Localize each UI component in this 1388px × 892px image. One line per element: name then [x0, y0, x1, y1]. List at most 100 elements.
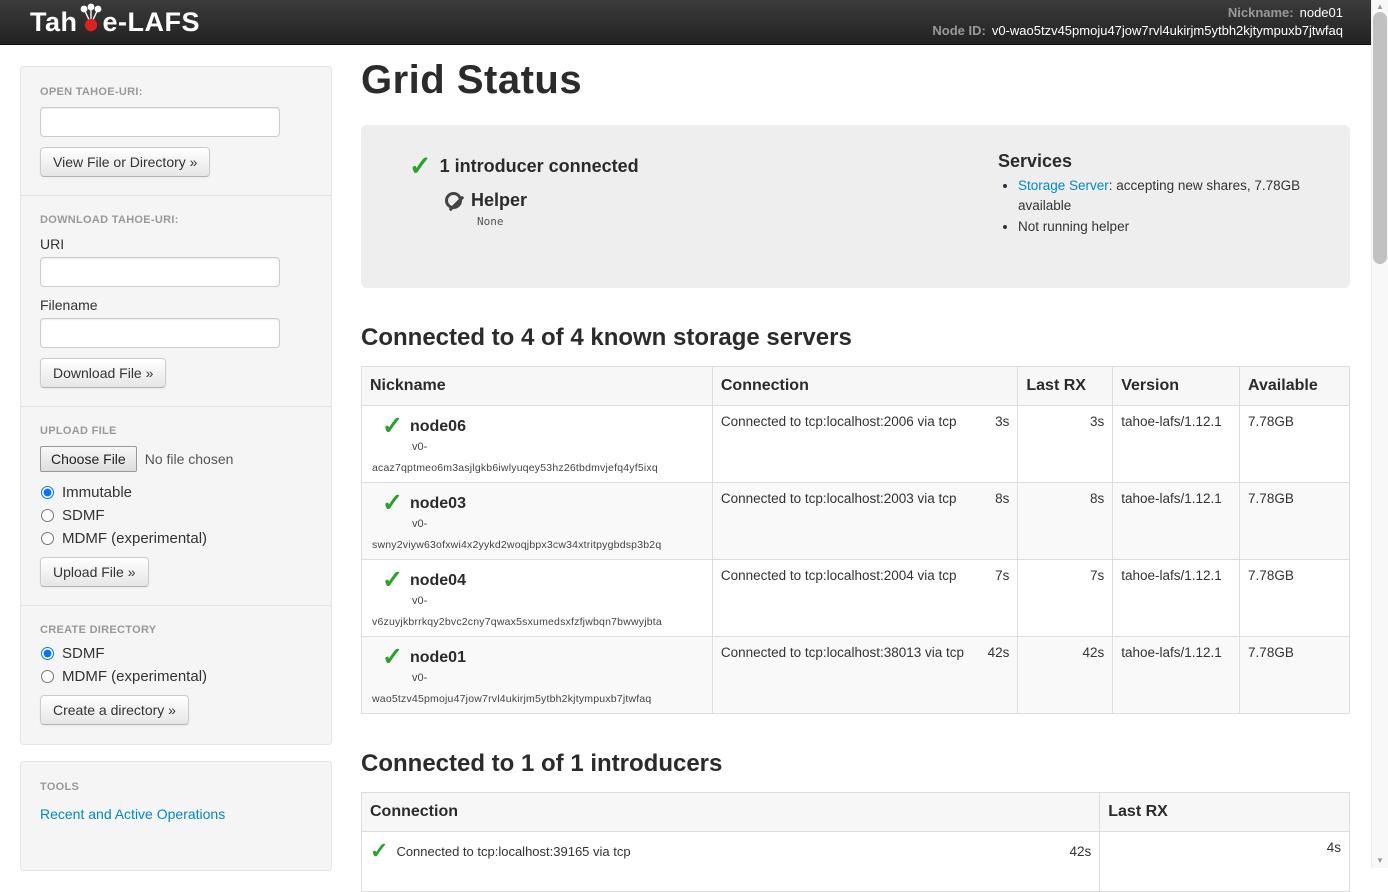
top-navbar: Tah e-LAFS Nickname: node01 Node ID: v0-…: [0, 0, 1388, 45]
mkdir-format-mdmf-radio[interactable]: [41, 670, 54, 683]
create-directory-button[interactable]: Create a directory »: [40, 695, 189, 725]
choose-file-button[interactable]: Choose File: [40, 446, 137, 472]
introducer-status-text: 1 introducer connected: [440, 156, 639, 177]
server-connection: Connected to tcp:localhost:38013 via tcp: [721, 645, 964, 660]
helper-detail: None: [477, 215, 639, 228]
server-version: tahoe-lafs/1.12.1: [1113, 560, 1240, 637]
view-file-or-directory-button[interactable]: View File or Directory »: [40, 147, 210, 177]
download-filename-input[interactable]: [40, 318, 280, 348]
node-id-value: v0-wao5tzv45pmoju47jow7rvl4ukirjm5ytbh2k…: [992, 22, 1343, 40]
server-available: 7.78GB: [1240, 560, 1350, 637]
server-nodeid: v6zuyjkbrrkqy2bvc2cny7qwax5sxumedsxfzfjw…: [372, 616, 704, 628]
main-content: Grid Status ✓ 1 introducer connected Hel…: [361, 52, 1350, 892]
tools-label: TOOLS: [40, 781, 312, 793]
connection-age: 42s: [988, 645, 1010, 660]
server-nickname: node04: [410, 572, 466, 590]
recent-operations-link[interactable]: Recent and Active Operations: [40, 806, 225, 822]
upload-format-sdmf-radio[interactable]: [41, 509, 54, 522]
server-nickname: node03: [410, 495, 466, 513]
storage-servers-heading: Connected to 4 of 4 known storage server…: [361, 324, 1350, 352]
upload-format-mdmf[interactable]: MDMF (experimental): [40, 530, 312, 547]
sidebar-actions-panel: OPEN TAHOE-URI: View File or Directory »…: [20, 66, 332, 745]
helper-title: Helper: [471, 190, 527, 211]
table-header-row: Connection Last RX: [362, 793, 1350, 832]
server-version: tahoe-lafs/1.12.1: [1113, 637, 1240, 714]
services-block: Services Storage Server: accepting new s…: [998, 151, 1328, 264]
open-tahoe-uri-label: OPEN TAHOE-URI:: [40, 86, 312, 98]
vertical-scrollbar[interactable]: ▲ ▼: [1371, 0, 1388, 868]
mkdir-format-sdmf-radio[interactable]: [41, 647, 54, 660]
column-header-last-rx: Last RX: [1100, 793, 1350, 832]
introducer-connection: Connected to tcp:localhost:39165 via tcp: [396, 844, 630, 859]
grid-status-summary: ✓ 1 introducer connected Helper None Ser…: [361, 125, 1350, 288]
create-directory-label: CREATE DIRECTORY: [40, 624, 312, 636]
upload-format-immutable[interactable]: Immutable: [40, 484, 312, 501]
server-available: 7.78GB: [1240, 406, 1350, 483]
connected-check-icon: ✓: [382, 491, 403, 516]
server-nickname: node01: [410, 649, 466, 667]
upload-format-mdmf-radio[interactable]: [41, 532, 54, 545]
storage-server-link[interactable]: Storage Server: [1018, 178, 1109, 193]
scrollbar-thumb[interactable]: [1373, 12, 1387, 264]
connection-status-block: ✓ 1 introducer connected Helper None: [409, 151, 639, 264]
download-file-button[interactable]: Download File »: [40, 358, 166, 388]
open-tahoe-uri-input[interactable]: [40, 107, 280, 137]
upload-file-label: UPLOAD FILE: [40, 425, 312, 437]
filename-field-label: Filename: [40, 297, 312, 313]
connection-age: 3s: [995, 414, 1009, 429]
introducers-table: Connection Last RX ✓ Connected to tcp:lo…: [361, 792, 1350, 892]
connected-check-icon: ✓: [382, 414, 403, 439]
server-version: tahoe-lafs/1.12.1: [1113, 483, 1240, 560]
tahoe-logo-icon: [79, 3, 103, 33]
sidebar-divider: [21, 195, 331, 196]
mkdir-format-mdmf[interactable]: MDMF (experimental): [40, 668, 312, 685]
column-header-nickname: Nickname: [362, 367, 713, 406]
server-connection: Connected to tcp:localhost:2003 via tcp: [721, 491, 957, 506]
storage-servers-table: Nickname Connection Last RX Version Avai…: [361, 366, 1350, 714]
services-title: Services: [998, 151, 1328, 172]
server-nodeid: wao5tzv45pmoju47jow7rvl4ukirjm5ytbh2kjty…: [372, 693, 704, 705]
server-nickname: node06: [410, 418, 466, 436]
nickname-label: Nickname:: [1228, 4, 1294, 22]
introducer-last-rx: 4s: [1100, 832, 1350, 892]
table-row: ✓node03 v0- swny2viyw63ofxwi4x2yykd2woqj…: [362, 483, 1350, 560]
scroll-down-arrow-icon[interactable]: ▼: [1372, 856, 1388, 865]
sidebar: OPEN TAHOE-URI: View File or Directory »…: [20, 66, 332, 887]
connection-age: 42s: [1069, 844, 1091, 859]
server-connection: Connected to tcp:localhost:2006 via tcp: [721, 414, 957, 429]
download-tahoe-uri-label: DOWNLOAD TAHOE-URI:: [40, 214, 312, 226]
server-last-rx: 8s: [1018, 483, 1113, 560]
introducer-connected-check-icon: ✓: [409, 151, 432, 182]
helper-none-icon: [445, 192, 462, 209]
page-title: Grid Status: [361, 58, 1350, 103]
server-last-rx: 7s: [1018, 560, 1113, 637]
tahoe-lafs-logo: Tah e-LAFS: [30, 9, 200, 36]
logo-text-suffix: e-LAFS: [103, 9, 201, 36]
introducers-heading: Connected to 1 of 1 introducers: [361, 750, 1350, 778]
connected-check-icon: ✓: [370, 840, 388, 862]
table-row: ✓node04 v0- v6zuyjkbrrkqy2bvc2cny7qwax5s…: [362, 560, 1350, 637]
logo-text-prefix: Tah: [30, 9, 78, 36]
node-id-label: Node ID:: [932, 22, 985, 40]
sidebar-divider: [21, 605, 331, 606]
connected-check-icon: ✓: [382, 568, 403, 593]
server-available: 7.78GB: [1240, 637, 1350, 714]
column-header-last-rx: Last RX: [1018, 367, 1113, 406]
server-connection: Connected to tcp:localhost:2004 via tcp: [721, 568, 957, 583]
table-header-row: Nickname Connection Last RX Version Avai…: [362, 367, 1350, 406]
server-available: 7.78GB: [1240, 483, 1350, 560]
server-nodeid: acaz7qptmeo6m3asjlgkb6iwlyuqey53hz26tbdm…: [372, 462, 704, 474]
sidebar-divider: [21, 406, 331, 407]
mkdir-format-sdmf[interactable]: SDMF: [40, 645, 312, 662]
upload-format-immutable-radio[interactable]: [41, 486, 54, 499]
table-row: ✓node06 v0- acaz7qptmeo6m3asjlgkb6iwlyuq…: [362, 406, 1350, 483]
nickname-value: node01: [1300, 4, 1343, 22]
upload-file-button[interactable]: Upload File »: [40, 557, 149, 587]
table-row: ✓node01 v0- wao5tzv45pmoju47jow7rvl4ukir…: [362, 637, 1350, 714]
column-header-connection: Connection: [712, 367, 1018, 406]
tools-panel: TOOLS Recent and Active Operations: [20, 761, 332, 871]
scroll-up-arrow-icon[interactable]: ▲: [1372, 2, 1388, 11]
column-header-available: Available: [1240, 367, 1350, 406]
download-uri-input[interactable]: [40, 257, 280, 287]
upload-format-sdmf[interactable]: SDMF: [40, 507, 312, 524]
